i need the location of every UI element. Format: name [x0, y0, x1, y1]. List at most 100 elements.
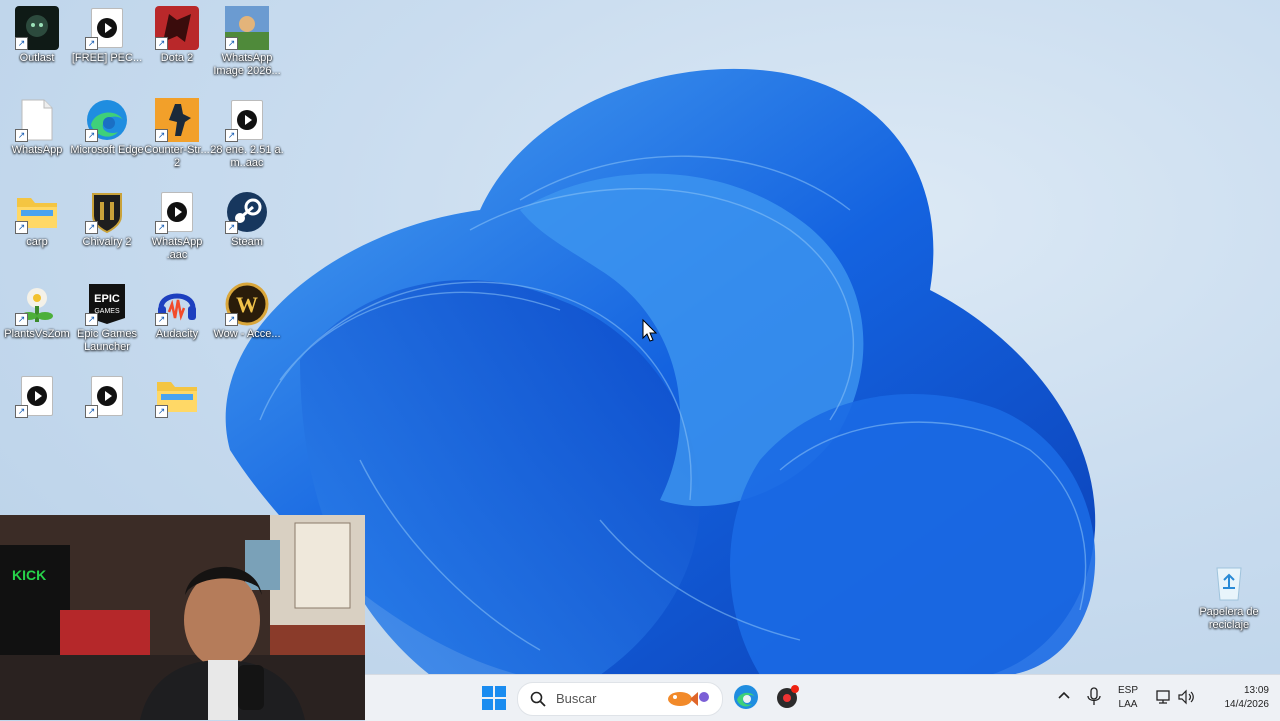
outlast-icon: ↗: [15, 6, 59, 50]
desktop-shortcut-label: Dota 2: [160, 52, 194, 64]
shortcut-arrow-icon: ↗: [155, 405, 168, 418]
volume-button[interactable]: [1177, 688, 1195, 711]
network-button[interactable]: [1155, 688, 1173, 711]
shortcut-arrow-icon: ↗: [225, 37, 238, 50]
shortcut-arrow-icon: ↗: [85, 37, 98, 50]
show-hidden-icons-button[interactable]: [1057, 689, 1071, 708]
svg-text:GAMES: GAMES: [94, 308, 120, 315]
shortcut-arrow-icon: ↗: [155, 221, 168, 234]
shortcut-arrow-icon: ↗: [155, 37, 168, 50]
desktop-shortcut[interactable]: ↗ WhatsApp Image 2026...: [210, 6, 284, 78]
folder-icon: ↗: [15, 190, 59, 234]
shortcut-arrow-icon: ↗: [85, 221, 98, 234]
audio-file-icon: ↗: [15, 374, 59, 418]
shortcut-arrow-icon: ↗: [225, 221, 238, 234]
desktop-shortcut[interactable]: ↗ Steam: [210, 190, 284, 249]
desktop-shortcut[interactable]: ↗ 28 ene. 2.51 a. m..aac: [210, 98, 284, 170]
shortcut-arrow-icon: ↗: [15, 405, 28, 418]
desktop-shortcut[interactable]: ↗: [140, 374, 214, 420]
taskbar-search-box[interactable]: Buscar: [517, 682, 723, 716]
shortcut-arrow-icon: ↗: [85, 129, 98, 142]
desktop-shortcut-label: Microsoft Edge: [70, 144, 144, 156]
audio-file-icon: ↗: [85, 374, 129, 418]
edge-icon: ↗: [85, 98, 129, 142]
desktop-shortcut-label: carp: [26, 236, 48, 248]
chevron-up-icon: [1058, 691, 1070, 699]
desktop-shortcut[interactable]: ↗ Microsoft Edge: [70, 98, 144, 157]
counter-strike-icon: ↗: [155, 98, 199, 142]
start-button[interactable]: [482, 686, 506, 715]
desktop-shortcut[interactable]: ↗ WhatsApp: [0, 98, 74, 157]
audio-file-icon: ↗: [225, 98, 269, 142]
desktop-shortcut-label: PlantsVsZom: [4, 328, 70, 340]
language-code: ESP: [1117, 685, 1138, 696]
shortcut-arrow-icon: ↗: [15, 129, 28, 142]
microphone-button[interactable]: [1087, 687, 1101, 712]
steam-icon: ↗: [225, 190, 269, 234]
desktop-shortcut[interactable]: ↗: [0, 374, 74, 420]
audio-file-icon: ↗: [155, 190, 199, 234]
desktop-shortcut-label: WhatsApp: [11, 144, 63, 156]
svg-text:EPIC: EPIC: [94, 293, 120, 305]
plants-vs-zombies-icon: ↗: [15, 282, 59, 326]
svg-text:W: W: [236, 292, 258, 317]
desktop-shortcut-label: [FREE] PEC...: [71, 52, 143, 64]
shortcut-arrow-icon: ↗: [155, 129, 168, 142]
shortcut-arrow-icon: ↗: [15, 37, 28, 50]
desktop-shortcut-label: Chivalry 2: [82, 236, 132, 248]
windows-logo-icon: [482, 686, 506, 710]
desktop-shortcut-label: Wow - Acce...: [213, 328, 281, 340]
dota2-icon: ↗: [155, 6, 199, 50]
shortcut-arrow-icon: ↗: [15, 313, 28, 326]
edge-icon: [734, 685, 758, 709]
chivalry-icon: ↗: [85, 190, 129, 234]
desktop-shortcut-label: Steam: [231, 236, 263, 248]
shortcut-arrow-icon: ↗: [225, 129, 238, 142]
desktop-shortcut[interactable]: ↗ Counter-Str... 2: [140, 98, 214, 170]
wow-icon: W ↗: [225, 282, 269, 326]
language-indicator[interactable]: ESP LAA: [1115, 684, 1141, 712]
search-icon: [530, 691, 546, 707]
blank-file-icon: ↗: [15, 98, 59, 142]
svg-text:KICK: KICK: [12, 567, 46, 583]
desktop-shortcut[interactable]: ↗ carp: [0, 190, 74, 249]
taskbar-app-button[interactable]: [775, 684, 801, 715]
shortcut-arrow-icon: ↗: [85, 405, 98, 418]
desktop-shortcut[interactable]: W ↗ Wow - Acce...: [210, 282, 284, 341]
clock-date: 14/4/2026: [1224, 699, 1270, 710]
desktop-shortcut-label: WhatsApp Image 2026...: [213, 52, 281, 77]
shortcut-arrow-icon: ↗: [85, 313, 98, 326]
desktop-shortcut[interactable]: ↗ Audacity: [140, 282, 214, 341]
desktop-shortcut-label: Outlast: [19, 52, 55, 64]
speaker-icon: [1178, 689, 1194, 705]
clock[interactable]: 13:09 14/4/2026: [1205, 684, 1270, 712]
desktop-shortcut[interactable]: ↗ Dota 2: [140, 6, 214, 65]
microphone-icon: [1087, 687, 1101, 705]
desktop-shortcut[interactable]: ↗ [FREE] PEC...: [70, 6, 144, 65]
desktop-shortcut[interactable]: ↗ WhatsApp .aac: [140, 190, 214, 262]
recycle-bin-icon: [1207, 560, 1251, 604]
search-highlight-fish-icon: [668, 692, 709, 706]
shortcut-arrow-icon: ↗: [225, 313, 238, 326]
shortcut-arrow-icon: ↗: [15, 221, 28, 234]
desktop-shortcut[interactable]: ↗: [70, 374, 144, 420]
desktop-shortcut[interactable]: ↗ Chivalry 2: [70, 190, 144, 249]
taskbar-edge-button[interactable]: [733, 684, 759, 715]
epic-games-icon: EPIC GAMES ↗: [85, 282, 129, 326]
image-file-icon: ↗: [225, 6, 269, 50]
clock-time: 13:09: [1243, 685, 1269, 696]
network-icon: [1156, 690, 1170, 704]
desktop-shortcut[interactable]: ↗ PlantsVsZom: [0, 282, 74, 341]
desktop-shortcut-label: 28 ene. 2.51 a. m..aac: [210, 144, 284, 169]
search-placeholder: Buscar: [556, 691, 597, 706]
desktop-shortcut-label: Epic Games Launcher: [77, 328, 137, 353]
desktop-shortcut-label: Audacity: [155, 328, 199, 340]
recycle-bin-shortcut[interactable]: Papelera de reciclaje: [1192, 560, 1266, 632]
desktop-shortcut-label: Counter-Str... 2: [144, 144, 210, 169]
audacity-icon: ↗: [155, 282, 199, 326]
desktop-shortcut[interactable]: EPIC GAMES ↗ Epic Games Launcher: [70, 282, 144, 354]
webcam-overlay: KICK: [0, 515, 365, 720]
app-badge-icon: [777, 685, 799, 708]
audio-file-icon: ↗: [85, 6, 129, 50]
desktop-shortcut[interactable]: ↗ Outlast: [0, 6, 74, 65]
